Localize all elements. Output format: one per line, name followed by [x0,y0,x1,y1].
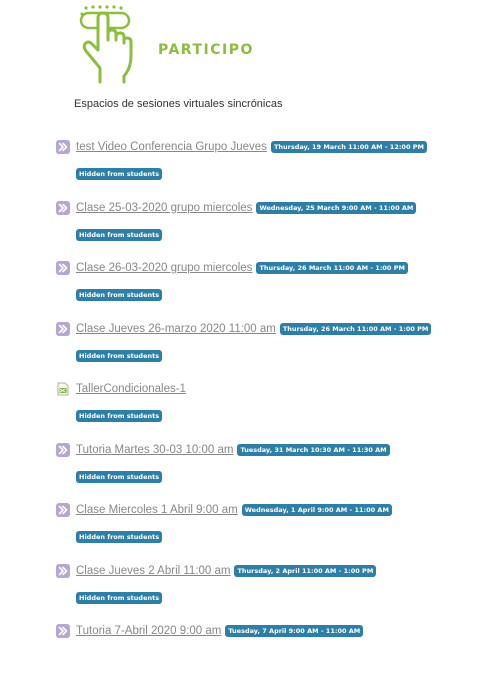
date-badge: Wednesday, 1 April 9:00 AM - 11:00 AM [241,504,392,516]
hidden-from-students-badge: Hidden from students [76,168,163,180]
hidden-from-students-badge: Hidden from students [76,470,163,483]
activity-row: Tutoria 7-Abril 2020 9:00 am Tuesday, 7 A… [56,622,364,640]
activity-item: Tutoria Martes 30-03 10:00 am Tuesday, 31… [56,441,496,502]
video-conference-icon [56,200,70,215]
hand-tap-icon [79,5,133,84]
hidden-from-students-badge: Hidden from students [76,228,163,241]
activity-link[interactable]: Clase 25-03-2020 grupo miercoles [76,202,252,214]
date-badge: Tuesday, 31 March 10:30 AM - 11:30 AM [237,443,390,456]
activity-link[interactable]: Tutoria Martes 30-03 10:00 am [76,444,233,456]
activity-row: Clase Jueves 26-marzo 2020 11:00 am Thurs… [56,320,432,338]
activity-row: TallerCondicionales-1 [56,380,190,398]
video-conference-icon [56,321,70,336]
activity-list: test Video Conferencia Grupo Jueves Thurs… [56,138,496,683]
activity-item: TallerCondicionales-1 Hidden from student… [56,380,496,441]
video-conference-icon [56,624,70,638]
hidden-from-students-badge: Hidden from students [76,289,163,301]
activity-row: Clase Jueves 2 Abril 11:00 am Thursday, 2… [56,562,377,580]
activity-row: test Video Conferencia Grupo Jueves Thurs… [56,138,427,156]
activity-item: Clase 25-03-2020 grupo miercoles Wednesda… [56,199,496,260]
video-conference-icon [56,261,70,275]
section-subtitle: Espacios de sesiones virtuales sincrónic… [74,98,283,110]
activity-row: Clase 25-03-2020 grupo miercoles Wednesda… [56,199,417,217]
date-badge: Thursday, 19 March 11:00 AM - 12:00 PM [270,141,427,153]
activity-item: Clase Miercoles 1 Abril 9:00 am Wednesday… [56,501,496,562]
activity-link[interactable]: Clase Jueves 2 Abril 11:00 am [76,565,230,577]
activity-row: Clase 26-03-2020 grupo miercoles Thursday… [56,259,408,277]
section-header: PARTICIPO [78,4,298,84]
hidden-from-students-badge: Hidden from students [76,410,163,422]
brand-title: PARTICIPO [158,42,254,58]
activity-link[interactable]: Clase 26-03-2020 grupo miercoles [76,262,252,274]
hidden-from-students-badge: Hidden from students [76,531,163,543]
activity-link[interactable]: Tutoria 7-Abril 2020 9:00 am [76,625,221,637]
activity-item: Clase Jueves 26-marzo 2020 11:00 am Thurs… [56,320,496,381]
activity-row: Clase Miercoles 1 Abril 9:00 am Wednesday… [56,501,392,519]
activity-row: Tutoria Martes 30-03 10:00 am Tuesday, 31… [56,441,390,459]
video-conference-icon [56,503,70,517]
date-badge: Tuesday, 7 April 9:00 AM - 11:00 AM [225,625,364,637]
activity-item: Clase 26-03-2020 grupo miercoles Thursday… [56,259,496,320]
activity-item: Clase Jueves 2 Abril 11:00 am Thursday, 2… [56,562,496,623]
hidden-from-students-badge: Hidden from students [76,591,163,604]
video-conference-icon [56,563,70,578]
hidden-from-students-badge: Hidden from students [76,349,163,362]
video-conference-icon [56,140,70,154]
date-badge: Thursday, 26 March 11:00 AM - 1:00 PM [256,262,408,274]
video-conference-icon [56,442,70,457]
activity-link[interactable]: test Video Conferencia Grupo Jueves [76,141,267,153]
activity-link[interactable]: Clase Jueves 26-marzo 2020 11:00 am [76,323,276,335]
date-badge: Thursday, 2 April 11:00 AM - 1:00 PM [234,564,377,577]
activity-link[interactable]: TallerCondicionales-1 [76,383,186,395]
activity-link[interactable]: Clase Miercoles 1 Abril 9:00 am [76,504,238,516]
date-badge: Thursday, 26 March 11:00 AM - 1:00 PM [279,322,432,335]
spreadsheet-file-icon [57,382,69,396]
date-badge: Wednesday, 25 March 9:00 AM - 11:00 AM [256,201,417,214]
activity-item: Tutoria 7-Abril 2020 9:00 am Tuesday, 7 A… [56,622,496,683]
activity-item: test Video Conferencia Grupo Jueves Thurs… [56,138,496,199]
